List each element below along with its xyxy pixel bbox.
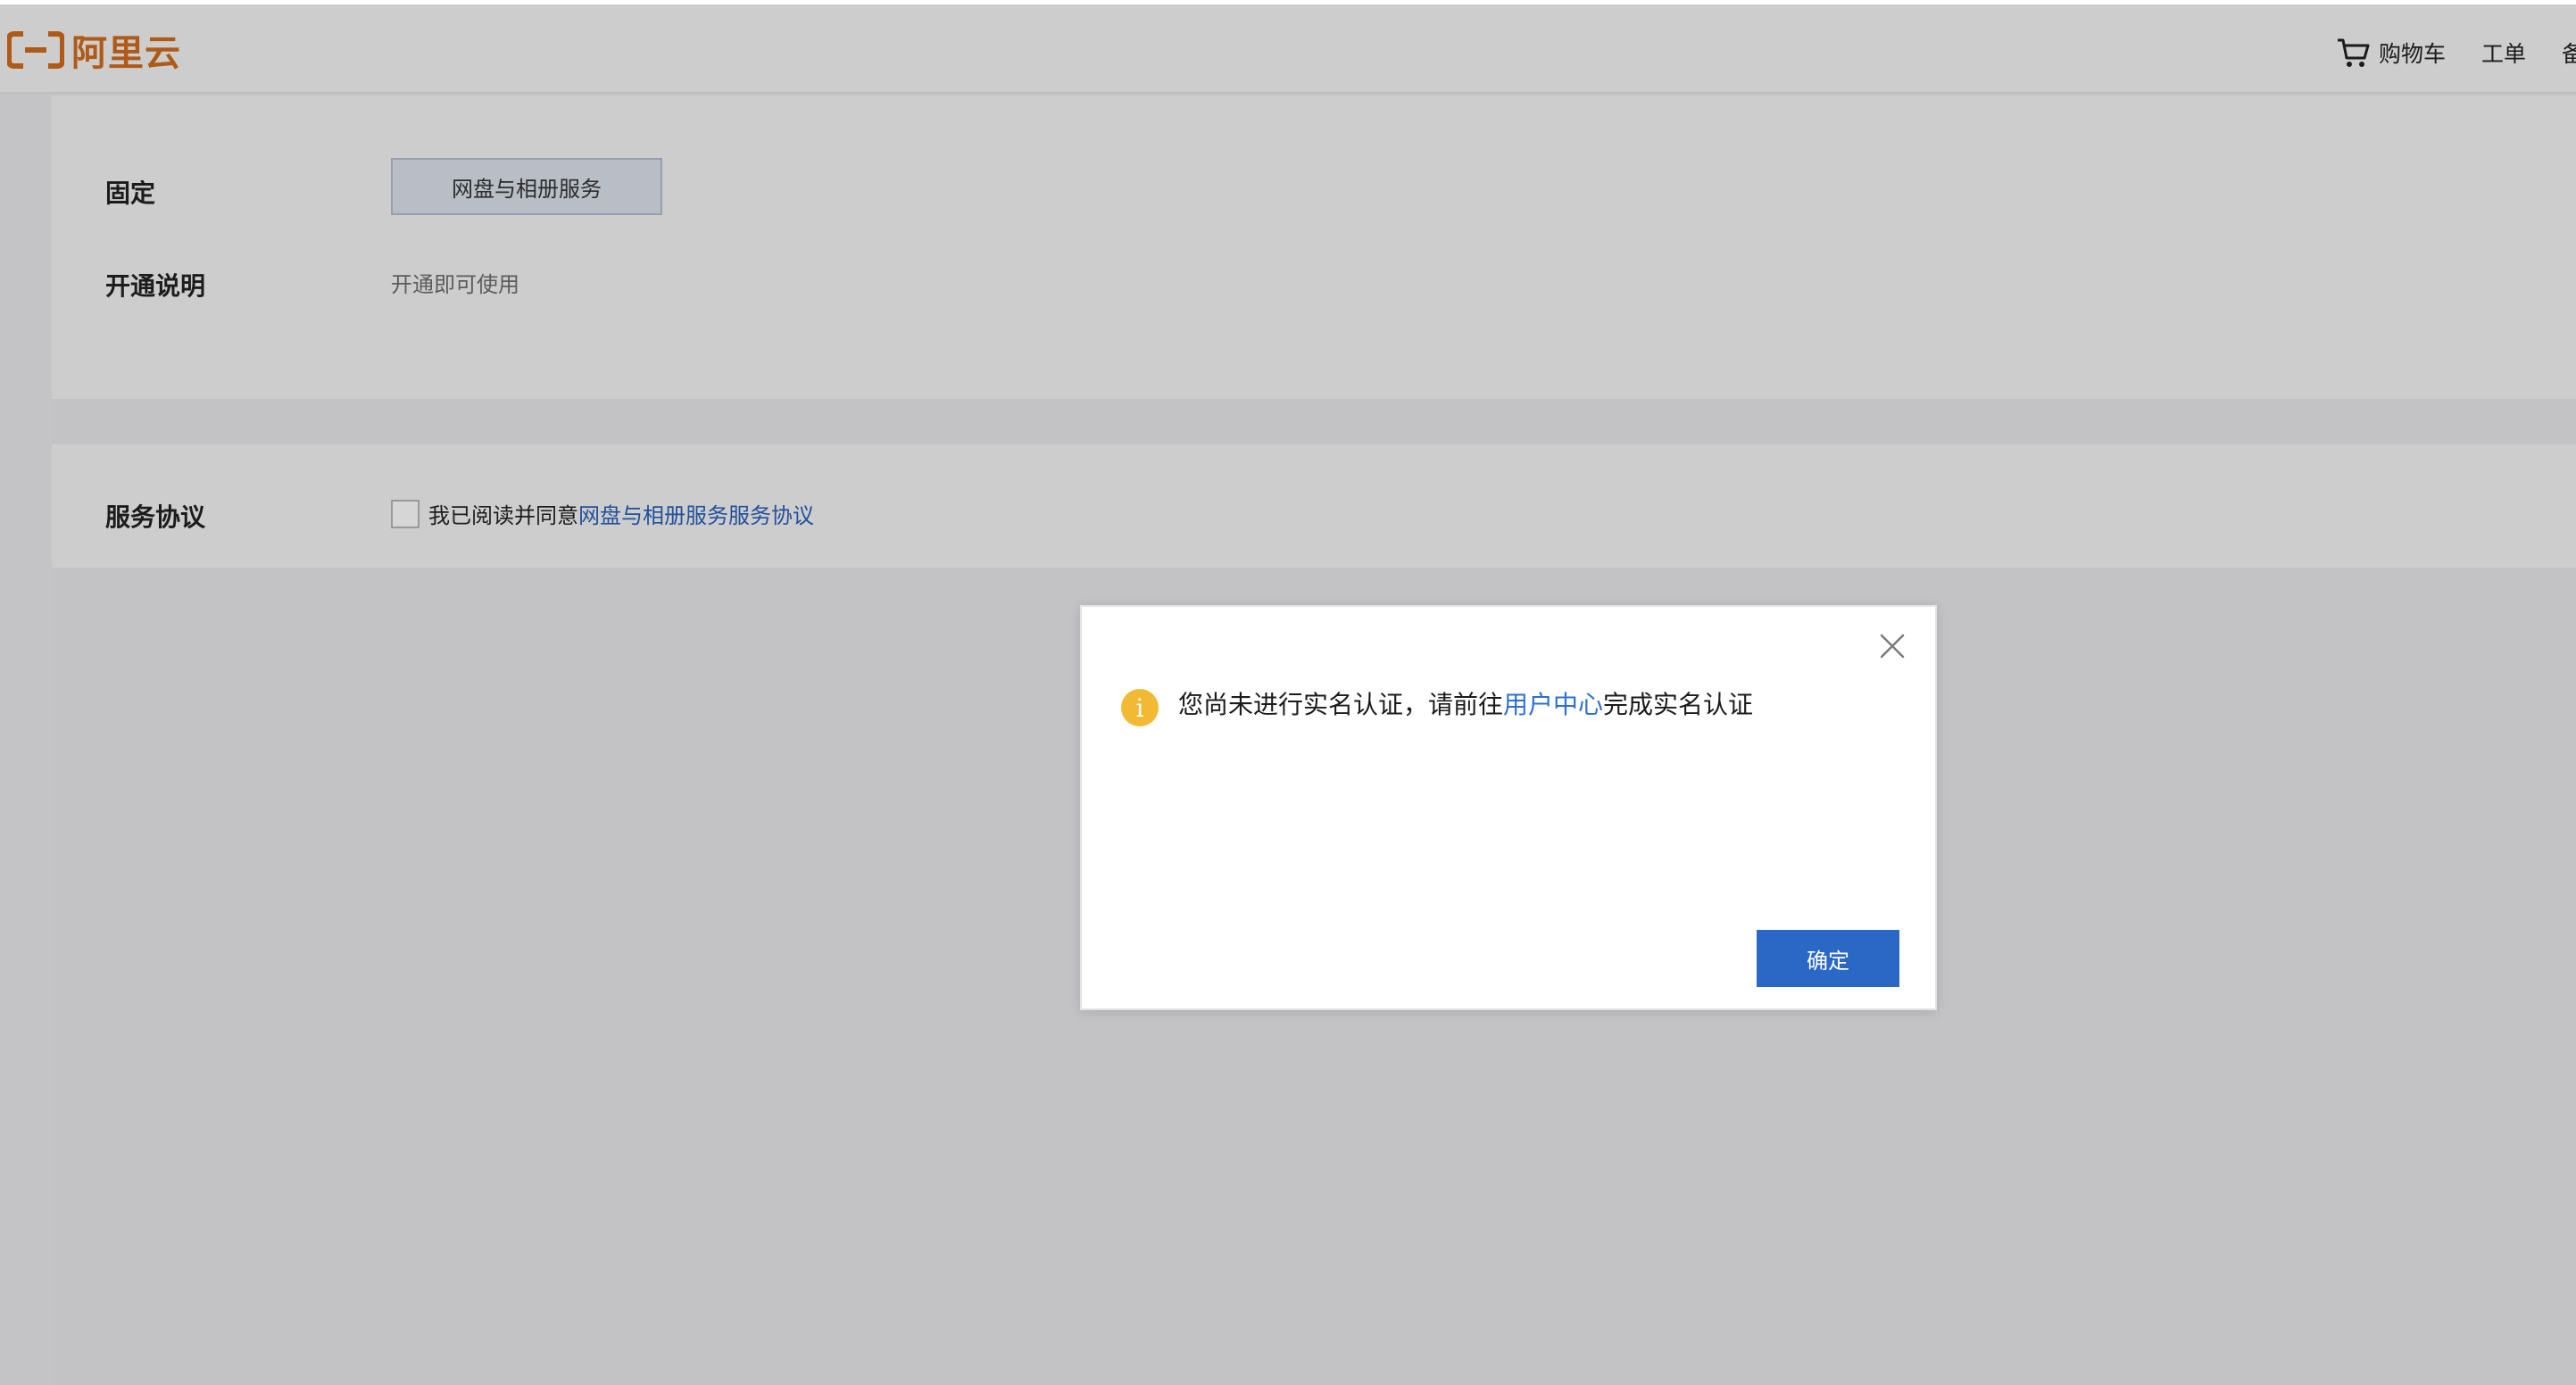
filing-link[interactable]: 备 <box>2562 37 2576 69</box>
agreement-checkbox[interactable] <box>391 499 420 528</box>
activation-label: 开通说明 <box>105 271 206 301</box>
close-icon[interactable] <box>1876 630 1908 662</box>
info-icon: i <box>1121 689 1159 726</box>
dialog-message-before: 您尚未进行实名认证，请前往 <box>1178 690 1504 719</box>
filing-label: 备 <box>2562 41 2576 67</box>
dialog-message: 您尚未进行实名认证，请前往用户中心完成实名认证 <box>1178 685 1753 721</box>
left-rail <box>0 95 52 1385</box>
brand-logo[interactable]: 阿里云 <box>7 28 181 74</box>
aliyun-logo-icon <box>7 31 64 69</box>
service-info-panel: 固定 网盘与相册服务 开通说明 开通即可使用 <box>52 95 2576 401</box>
agreement-row: 我已阅读并同意 网盘与相册服务服务协议 <box>391 498 814 529</box>
brand-name: 阿里云 <box>71 33 181 74</box>
agreement-text: 我已阅读并同意 <box>428 503 578 528</box>
top-navigation-bar: 阿里云 购物车 工单 备 <box>0 4 2576 94</box>
fixed-label: 固定 <box>105 178 156 208</box>
tickets-label: 工单 <box>2480 41 2526 67</box>
agreement-panel: 服务协议 我已阅读并同意 网盘与相册服务服务协议 <box>52 444 2576 569</box>
dialog-message-after: 完成实名认证 <box>1603 690 1754 719</box>
activation-value: 开通即可使用 <box>391 272 519 297</box>
service-option-chip[interactable]: 网盘与相册服务 <box>391 158 662 215</box>
cart-link[interactable]: 购物车 <box>2336 35 2446 70</box>
user-center-link[interactable]: 用户中心 <box>1503 690 1603 719</box>
real-name-verification-dialog: i 您尚未进行实名认证，请前往用户中心完成实名认证 确定 <box>1080 605 1937 1010</box>
top-nav-links: 购物车 工单 备 <box>2300 31 2576 74</box>
confirm-button[interactable]: 确定 <box>1757 930 1899 987</box>
tickets-link[interactable]: 工单 <box>2481 37 2526 69</box>
cart-label: 购物车 <box>2378 41 2446 67</box>
agreement-label: 服务协议 <box>105 502 206 532</box>
shopping-cart-icon <box>2337 38 2370 67</box>
agreement-link[interactable]: 网盘与相册服务服务协议 <box>578 498 814 529</box>
